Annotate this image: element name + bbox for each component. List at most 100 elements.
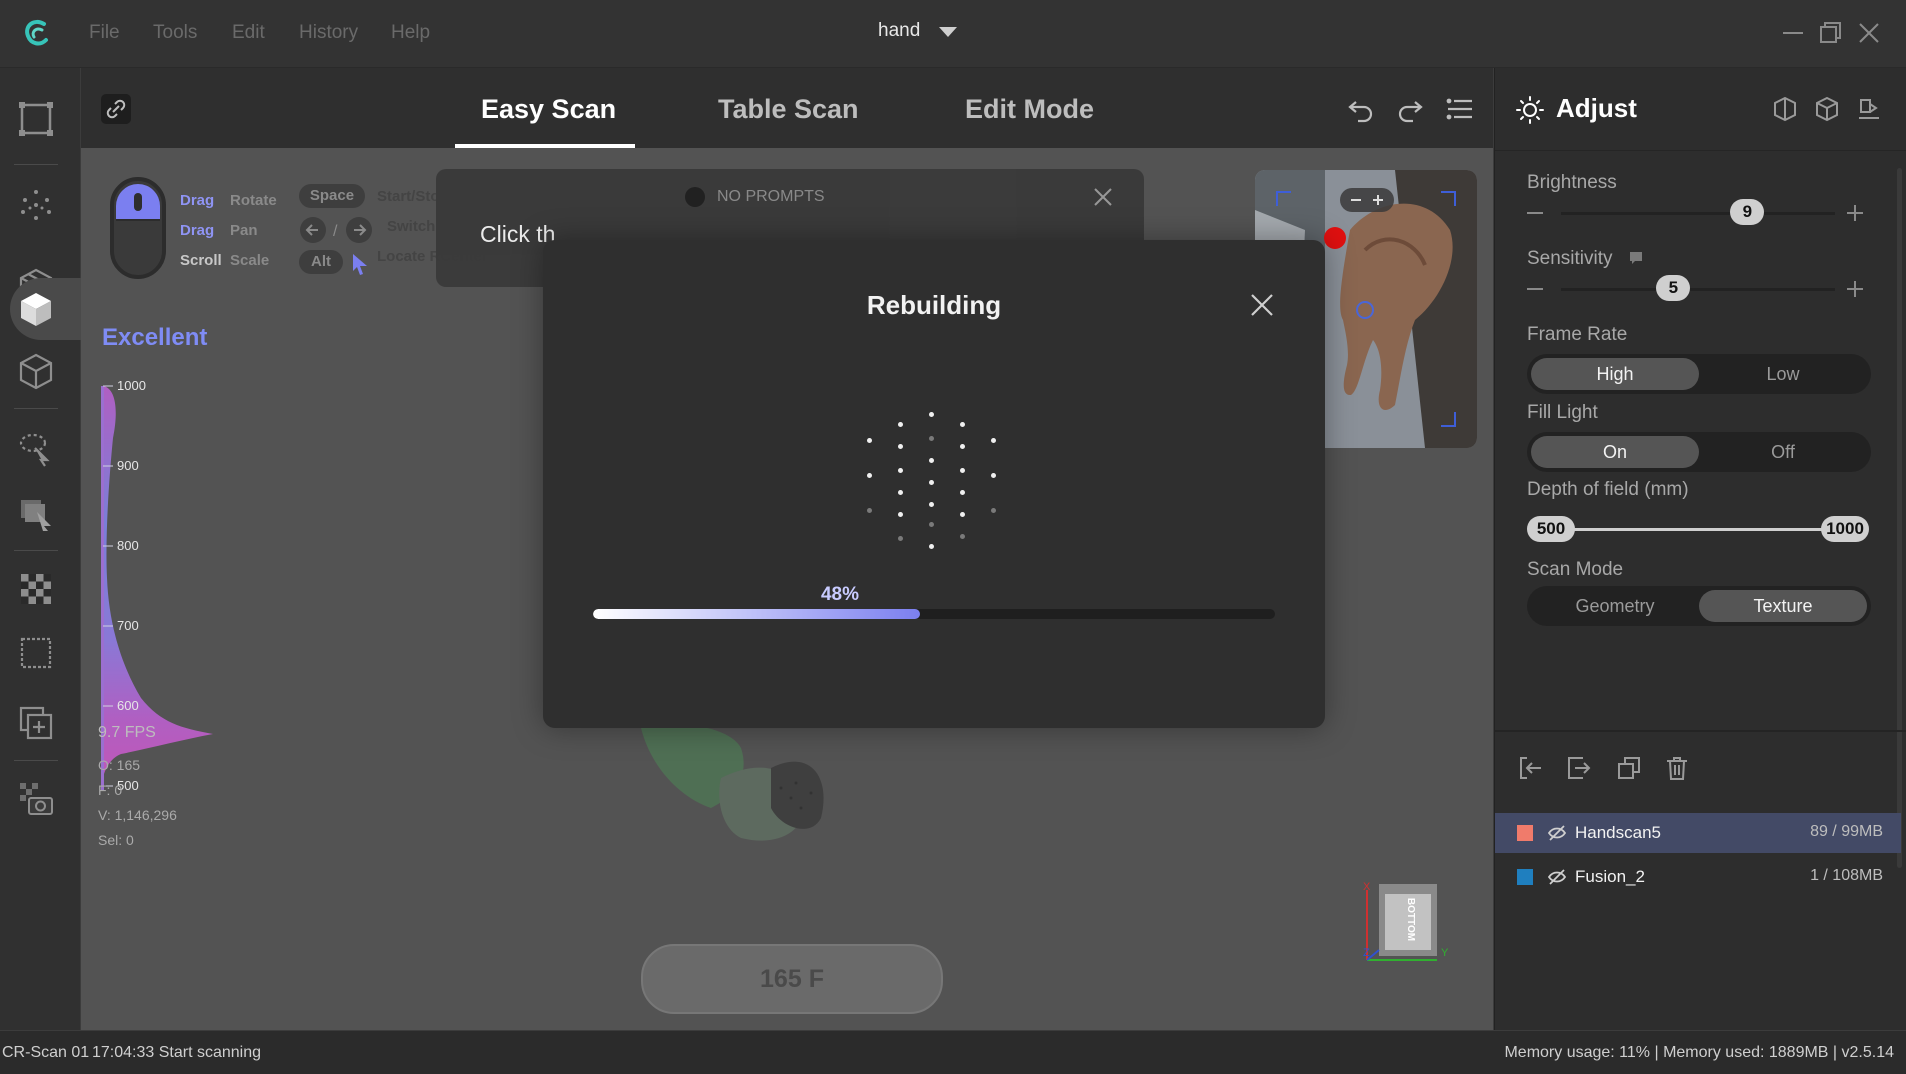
cursor-arrow-icon (349, 252, 371, 276)
list-menu-icon[interactable] (1445, 94, 1475, 124)
adjust-panel: Adjust Brightness 9 Sensitivity 5 Frame … (1494, 68, 1906, 1030)
minimize-icon[interactable] (1776, 16, 1810, 50)
hint-key: Drag (180, 192, 215, 209)
sensitivity-slider[interactable]: 5 (1656, 275, 1691, 301)
distance-gauge (101, 378, 241, 818)
svg-text:Z: Z (1363, 947, 1370, 959)
brightness-slider[interactable]: 9 (1730, 199, 1765, 225)
menu-help[interactable]: Help (391, 22, 430, 44)
sensitivity-track[interactable] (1561, 288, 1835, 291)
svg-text:X: X (1363, 881, 1371, 893)
dialog-title: Rebuilding (866, 290, 1002, 320)
view-mode-icon[interactable] (1772, 96, 1798, 122)
alt-key: Alt (299, 250, 343, 274)
frame-rate-toggle: High Low (1527, 354, 1871, 394)
import-icon[interactable] (1517, 754, 1545, 782)
project-selector[interactable]: hand (878, 20, 957, 48)
duplicate-icon[interactable] (1615, 754, 1643, 782)
status-message: 17:04:33 Start scanning (92, 1044, 262, 1061)
layer-color-swatch (1517, 869, 1533, 885)
fps-readout: 9.7 FPS (98, 724, 156, 741)
dof-track[interactable] (1535, 528, 1865, 531)
frame-count-button[interactable]: 165 F (641, 944, 943, 1014)
cube-outline-icon[interactable] (17, 352, 55, 390)
app-logo-icon (20, 16, 52, 50)
layer-color-swatch (1517, 825, 1533, 841)
chevron-down-icon (938, 26, 957, 37)
toolbar-divider (14, 408, 58, 409)
title-bar: File Tools Edit History Help hand (0, 0, 1906, 68)
distance-quality: Excellent (102, 324, 208, 351)
panel-title: Adjust (1556, 93, 1637, 123)
toolbar-divider (14, 550, 58, 551)
duplicate-add-icon[interactable] (17, 704, 55, 742)
scan-mode-toggle: Geometry Texture (1527, 586, 1871, 626)
prompt-close-icon[interactable] (1089, 183, 1117, 211)
layer-row[interactable]: Fusion_2 1 / 108MB (1495, 857, 1901, 897)
svg-text:Y: Y (1441, 947, 1449, 959)
eye-hidden-icon[interactable] (1547, 867, 1567, 887)
restore-icon[interactable] (1813, 16, 1847, 50)
model-cube-icon[interactable] (1814, 96, 1840, 122)
fill-light-off[interactable]: Off (1699, 436, 1867, 468)
rectangle-select-icon[interactable] (17, 494, 55, 532)
eye-hidden-icon[interactable] (1547, 823, 1567, 843)
tab-table-scan[interactable]: Table Scan (718, 94, 859, 125)
frame-rate-high[interactable]: High (1531, 358, 1699, 390)
dof-min-handle[interactable]: 500 (1527, 516, 1575, 542)
menu-tools[interactable]: Tools (153, 22, 197, 44)
stat-sel: Sel: 0 (98, 832, 134, 848)
select-box-icon[interactable] (17, 100, 55, 138)
checker-texture-icon[interactable] (17, 570, 55, 608)
point-cloud-icon[interactable] (17, 186, 55, 224)
solid-cube-icon[interactable] (17, 290, 55, 328)
sensitivity-label: Sensitivity (1527, 248, 1613, 269)
camera-texture-icon[interactable] (17, 780, 55, 818)
fill-light-on[interactable]: On (1531, 436, 1699, 468)
scan-mode-label: Scan Mode (1527, 559, 1624, 580)
undo-icon[interactable] (1346, 94, 1376, 124)
trash-icon[interactable] (1663, 754, 1691, 782)
loading-spinner (863, 412, 1003, 552)
brightness-sun-icon (1516, 96, 1544, 124)
tab-edit-mode[interactable]: Edit Mode (965, 94, 1094, 125)
brightness-minus-icon[interactable] (1527, 212, 1543, 214)
panel-scrollbar[interactable] (1897, 168, 1902, 868)
layer-name: Fusion_2 (1575, 867, 1645, 886)
scanner-settings-icon[interactable] (1856, 96, 1882, 122)
link-icon[interactable] (101, 94, 131, 124)
hint-key: Drag (180, 222, 215, 239)
mouse-hints: Drag Rotate Drag Pan Scroll Scale (180, 186, 277, 276)
menu-history[interactable]: History (299, 22, 358, 44)
brightness-plus-icon[interactable] (1847, 205, 1863, 221)
orientation-cube[interactable]: X Y Z BOTTOM (1357, 880, 1457, 968)
sensitivity-minus-icon[interactable] (1527, 288, 1543, 290)
gauge-tick-label: 800 (117, 538, 139, 553)
gauge-tick-label: 600 (117, 698, 139, 713)
progress-bar (593, 609, 1275, 619)
brightness-track[interactable] (1561, 212, 1835, 215)
dialog-close-icon[interactable] (1247, 290, 1277, 320)
dof-max-handle[interactable]: 1000 (1821, 516, 1869, 542)
scan-mode-texture[interactable]: Texture (1699, 590, 1867, 622)
sensitivity-plus-icon[interactable] (1847, 281, 1863, 297)
menu-edit[interactable]: Edit (232, 22, 265, 44)
scan-mode-geometry[interactable]: Geometry (1531, 590, 1699, 622)
gauge-tick-label: 900 (117, 458, 139, 473)
menu-file[interactable]: File (89, 22, 120, 44)
layer-row[interactable]: Handscan5 89 / 99MB (1495, 813, 1901, 853)
tab-easy-scan[interactable]: Easy Scan (481, 94, 616, 125)
frame-rate-low[interactable]: Low (1699, 358, 1867, 390)
progress-fill (593, 609, 921, 619)
status-bar: CR-Scan 01 17:04:33 Start scanning Memor… (0, 1031, 1906, 1074)
crop-rectangle-icon[interactable] (17, 634, 55, 672)
fill-light-label: Fill Light (1527, 402, 1598, 423)
close-icon[interactable] (1852, 16, 1886, 50)
stat-o: O: 165 (98, 757, 141, 773)
space-key: Space (299, 184, 365, 208)
prompt-text: Click th (480, 221, 556, 247)
redo-icon[interactable] (1395, 94, 1425, 124)
export-icon[interactable] (1565, 754, 1593, 782)
lasso-select-icon[interactable] (17, 430, 55, 468)
info-tooltip-icon[interactable] (1629, 251, 1643, 265)
